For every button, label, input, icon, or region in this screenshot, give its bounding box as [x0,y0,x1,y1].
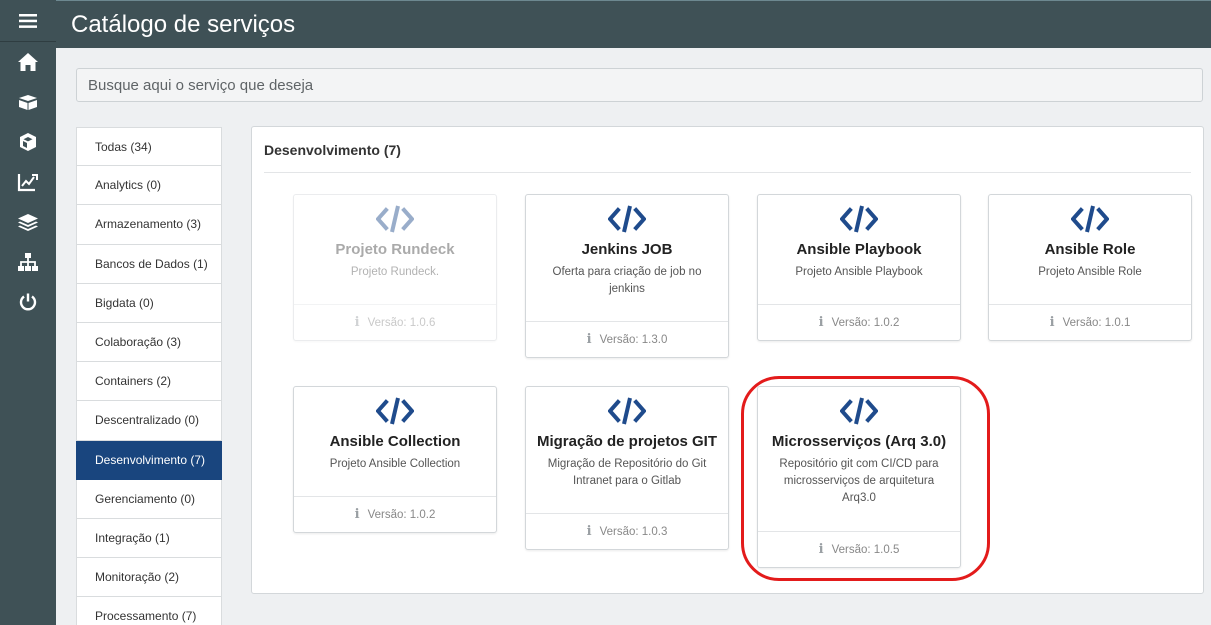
category-item[interactable]: Desenvolvimento (7) [76,440,222,480]
card-version: Versão: 1.0.1 [1062,316,1131,329]
card-version: Versão: 1.0.5 [831,543,900,556]
card-title: Ansible Role [1044,241,1136,258]
service-card[interactable]: Migração de projetos GIT Migração de Repo… [525,386,729,550]
info-icon: i [586,524,592,539]
card-title: Migração de projetos GIT [536,433,718,450]
card-footer: i Versão: 1.0.6 [294,304,496,340]
card-version: Versão: 1.3.0 [599,333,668,346]
page-title: Catálogo de serviços [71,11,296,38]
card-description: Repositório git com CI/CD para microsser… [779,458,939,504]
category-item[interactable]: Monitoração (2) [76,558,222,598]
category-item[interactable]: Containers (2) [76,362,222,402]
services-panel: Desenvolvimento (7) Projeto Rundeck Proje… [251,126,1204,594]
service-card[interactable]: Projeto Rundeck Projeto Rundeck. i Versão: … [293,194,497,341]
card-description: Oferta para criação de job no jenkins [552,266,702,295]
info-icon: i [354,315,360,330]
service-card[interactable]: Jenkins JOB Oferta para criação de job no… [525,194,729,358]
sitemap-icon[interactable] [0,242,56,282]
search-input[interactable] [76,68,1203,102]
service-card[interactable]: Ansible Collection Projeto Ansible Collec… [293,386,497,533]
card-description: Projeto Ansible Playbook [795,266,923,278]
card-title: Microsserviços (Arq 3.0) [771,433,947,450]
info-icon: i [354,507,360,522]
info-icon: i [818,315,824,330]
category-item[interactable]: Analytics (0) [76,166,222,206]
category-item[interactable]: Bancos de Dados (1) [76,244,222,284]
category-item[interactable]: Integração (1) [76,518,222,559]
cube-icon[interactable] [0,122,56,162]
card-description: Projeto Ansible Collection [329,458,461,470]
code-icon [375,205,415,233]
card-title: Ansible Playbook [796,241,922,258]
category-item[interactable]: Processamento (7) [76,597,222,625]
category-item[interactable]: Armazenamento (3) [76,205,222,245]
home-icon[interactable] [0,42,56,82]
card-version: Versão: 1.0.2 [831,316,900,329]
service-card[interactable]: Microsserviços (Arq 3.0) Repositório git … [757,386,961,568]
card-title: Ansible Collection [329,433,461,450]
code-icon [839,205,879,233]
service-card[interactable]: Ansible Playbook Projeto Ansible Playbook… [757,194,961,341]
card-version: Versão: 1.0.3 [599,525,668,538]
category-item[interactable]: Gerenciamento (0) [76,479,222,519]
category-item[interactable]: Bigdata (0) [76,283,222,323]
menu-icon[interactable] [0,0,56,42]
card-version: Versão: 1.0.6 [367,316,436,329]
category-item[interactable]: Colaboração (3) [76,322,222,363]
card-footer: i Versão: 1.0.2 [294,496,496,532]
category-item[interactable]: Todas (34) [76,127,222,167]
left-nav-rail [0,0,56,625]
code-icon [607,397,647,425]
code-icon [607,205,647,233]
code-icon [375,397,415,425]
card-footer: i Versão: 1.0.1 [989,304,1191,340]
service-card[interactable]: Ansible Role Projeto Ansible Role i Versão:… [988,194,1192,341]
card-description: Migração de Repositório do Git Intranet … [547,458,707,487]
card-description: Projeto Rundeck. [350,266,440,278]
card-title: Jenkins JOB [581,241,673,258]
code-icon [1070,205,1110,233]
edit-chart-icon[interactable] [0,162,56,202]
card-description: Projeto Ansible Role [1038,266,1142,278]
category-item[interactable]: Descentralizado (0) [76,401,222,441]
code-icon [839,397,879,425]
top-bar: Catálogo de serviços [56,0,1211,48]
power-icon[interactable] [0,282,56,322]
card-title: Projeto Rundeck [335,241,455,258]
card-footer: i Versão: 1.0.3 [526,513,728,549]
card-footer: i Versão: 1.3.0 [526,321,728,357]
section-divider [264,172,1191,173]
category-list: Todas (34) Analytics (0) Armazenamento (3)… [76,127,222,625]
info-icon: i [1049,315,1055,330]
box-open-icon[interactable] [0,82,56,122]
layers-icon[interactable] [0,202,56,242]
info-icon: i [586,332,592,347]
card-footer: i Versão: 1.0.2 [758,304,960,340]
section-title: Desenvolvimento (7) [264,142,401,158]
card-footer: i Versão: 1.0.5 [758,531,960,567]
info-icon: i [818,542,824,557]
card-version: Versão: 1.0.2 [367,508,436,521]
